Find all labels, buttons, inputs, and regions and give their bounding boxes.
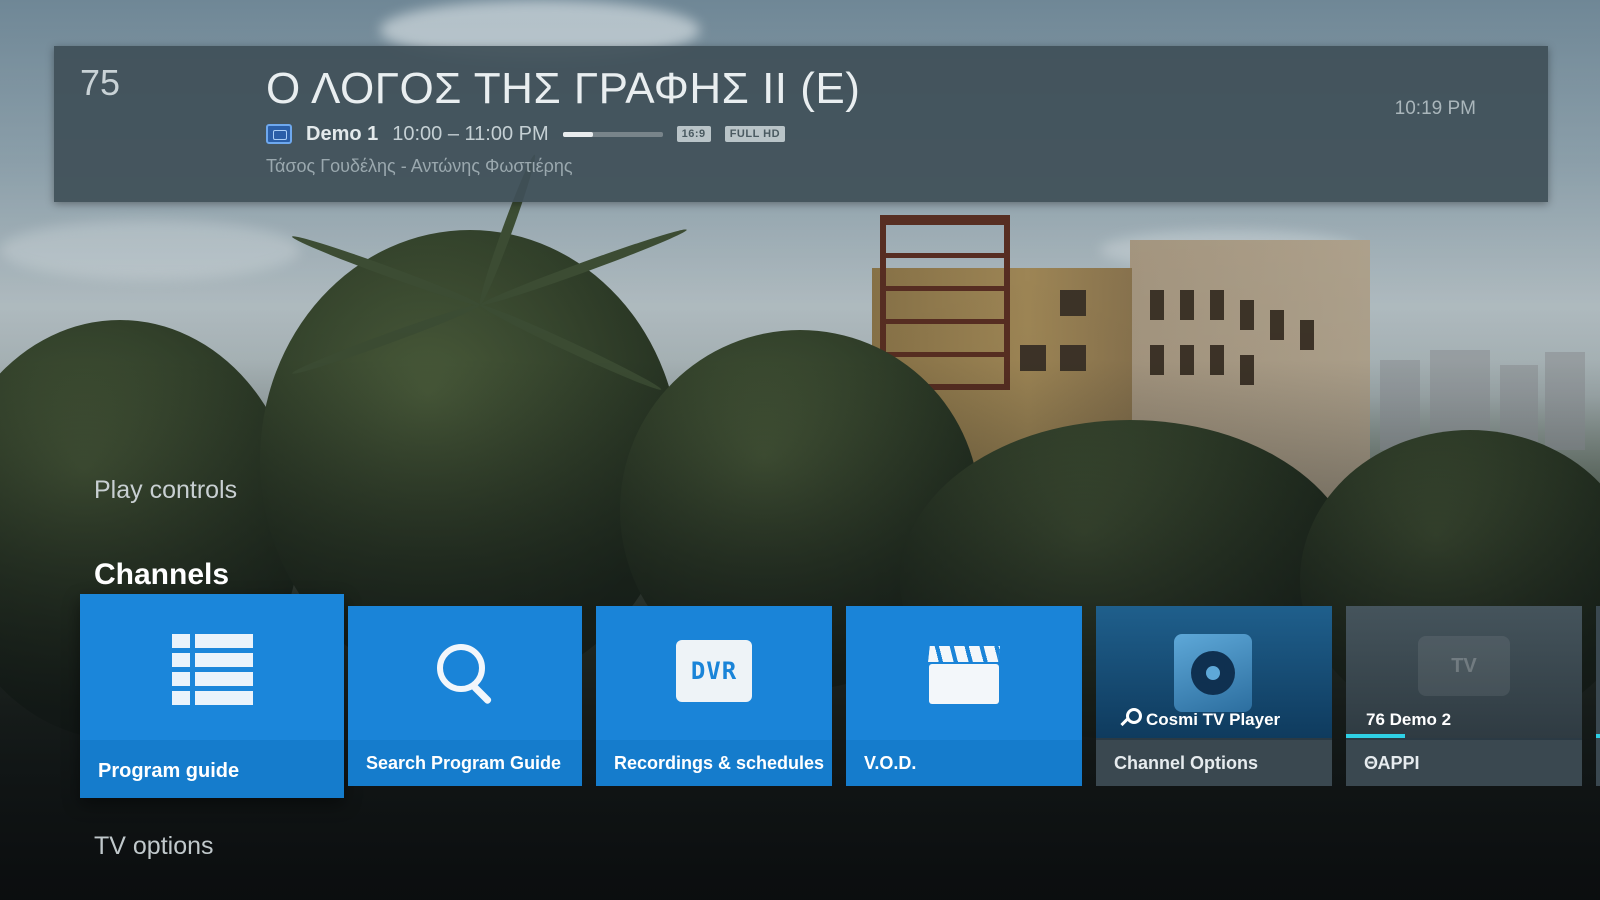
channel-program-label: ΘΑΡΡΙ — [1346, 740, 1582, 786]
next-card-partial[interactable] — [1596, 606, 1600, 786]
play-controls-row-label[interactable]: Play controls — [94, 476, 237, 505]
app-thumbnail: Cosmi TV Player — [1096, 606, 1332, 738]
channel-progress-bar — [1346, 734, 1405, 738]
channels-row-label: Channels — [94, 558, 230, 591]
tv-logo-icon: TV — [1418, 636, 1510, 696]
next-card-progress — [1596, 734, 1600, 738]
program-time-range: 10:00 – 11:00 PM — [392, 122, 549, 145]
program-title: Ο ΛΟΓΟΣ ΤΗΣ ΓΡΑΦΗΣ II (Ε) — [266, 64, 861, 113]
program-progress-bar — [562, 131, 663, 137]
recordings-label: Recordings & schedules — [596, 740, 832, 786]
channel-caption: 76 Demo 2 — [1366, 710, 1452, 729]
program-description: Τάσος Γουδέλης - Αντώνης Φωστιέρης — [266, 156, 573, 176]
program-meta-row: Demo 1 10:00 – 11:00 PM 16:9 FULL HD — [266, 122, 786, 146]
channel-options-label: Channel Options — [1096, 740, 1332, 786]
vod-label: V.O.D. — [846, 740, 1082, 786]
search-program-guide-label: Search Program Guide — [348, 740, 582, 786]
tv-options-row-label[interactable]: TV options — [94, 832, 214, 861]
program-guide-label: Program guide — [80, 740, 344, 798]
channel-card-demo-2[interactable]: TV 76 Demo 2 ΘΑΡΡΙ — [1346, 606, 1582, 786]
channel-options-card[interactable]: Cosmi TV Player Channel Options — [1096, 606, 1332, 786]
app-caption: Cosmi TV Player — [1146, 710, 1281, 729]
clock: 10:19 PM — [1394, 98, 1476, 119]
tv-icon — [266, 124, 292, 144]
search-icon — [433, 640, 497, 704]
clapper-icon — [928, 646, 1000, 704]
channel-thumbnail: TV 76 Demo 2 — [1346, 606, 1582, 738]
aspect-ratio-badge: 16:9 — [676, 126, 711, 142]
recordings-card[interactable]: DVR Recordings & schedules — [596, 606, 832, 786]
gear-icon — [1174, 634, 1252, 712]
dvr-icon: DVR — [676, 640, 752, 702]
search-program-guide-card[interactable]: Search Program Guide — [348, 606, 582, 786]
program-progress-fill — [562, 131, 593, 137]
program-guide-card[interactable]: Program guide — [80, 594, 344, 798]
list-icon — [171, 634, 253, 705]
channel-name: Demo 1 — [306, 122, 379, 145]
resolution-badge: FULL HD — [724, 126, 786, 142]
vod-card[interactable]: V.O.D. — [846, 606, 1082, 786]
program-info-banner: 75 Ο ΛΟΓΟΣ ΤΗΣ ΓΡΑΦΗΣ II (Ε) Demo 1 10:0… — [54, 46, 1548, 202]
key-icon — [1118, 708, 1142, 730]
channel-number: 75 — [80, 62, 121, 103]
